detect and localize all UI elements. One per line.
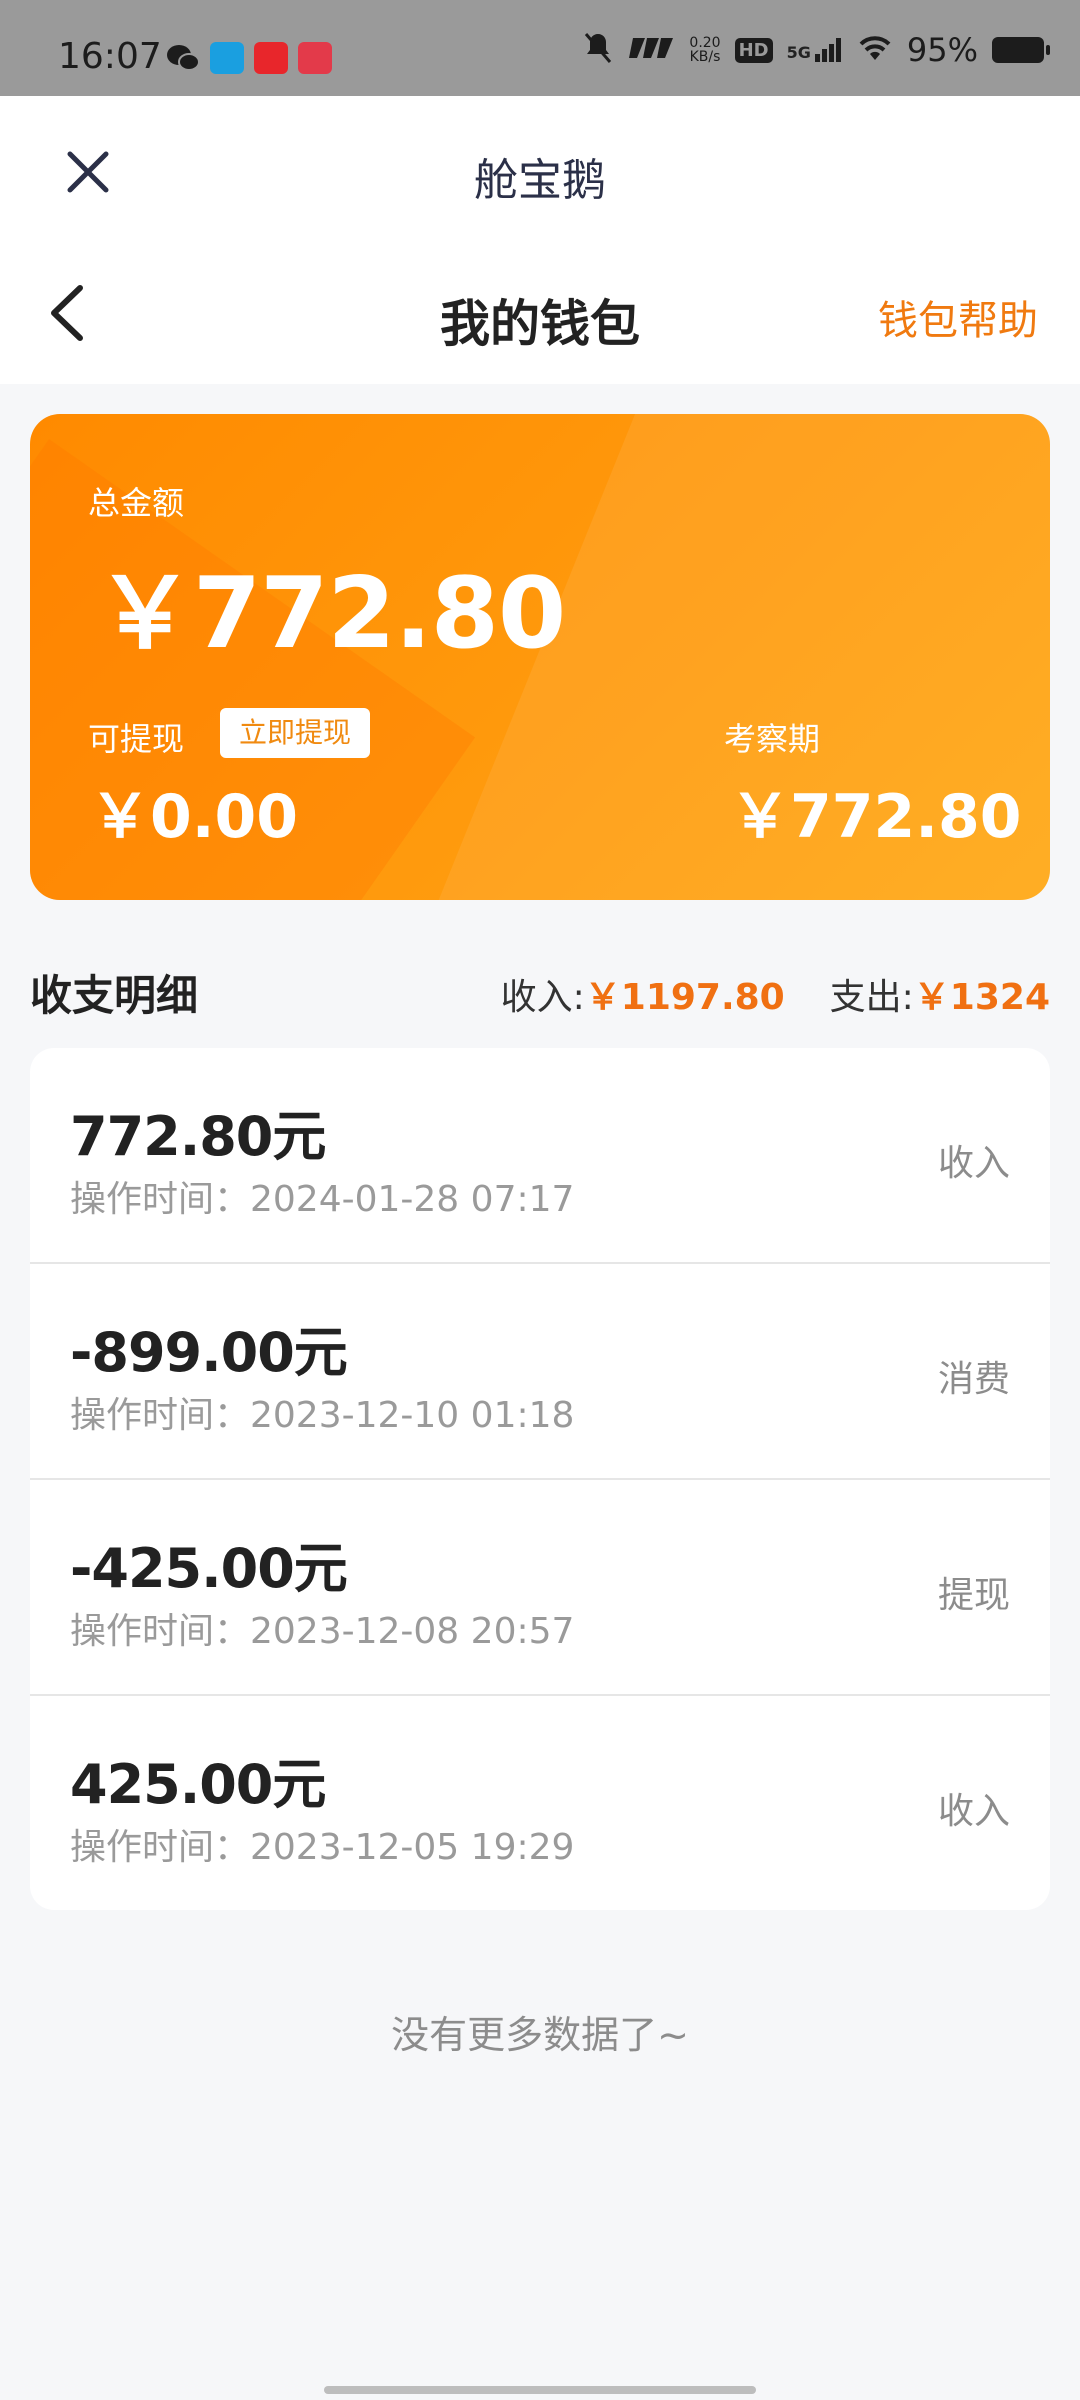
transaction-time: 操作时间：2023-12-08 20:57 [70, 1611, 575, 1652]
transaction-type: 消费 [937, 1359, 1010, 1400]
transaction-row[interactable]: 425.00元 操作时间：2023-12-05 19:29 收入 [30, 1696, 1050, 1910]
hd-badge: HD [734, 37, 773, 63]
status-bar: 16:07 0.20 KB/s HD 5G 95% [0, 0, 1080, 96]
wallet-card: 总金额 ￥772.80 可提现 立即提现 ￥0.00 考察期 ￥772.80 [30, 414, 1050, 900]
battery-icon [992, 37, 1050, 63]
transaction-time: 操作时间：2023-12-05 19:29 [70, 1827, 575, 1868]
transaction-row[interactable]: 772.80元 操作时间：2024-01-28 07:17 收入 [30, 1048, 1050, 1264]
wechat-icon [166, 42, 200, 74]
transaction-list: 772.80元 操作时间：2024-01-28 07:17 收入 -899.00… [30, 1048, 1050, 1910]
income-amount: ￥1197.80 [584, 977, 785, 1018]
total-amount: ￥772.80 [96, 557, 566, 671]
transaction-amount: 425.00元 [70, 1753, 326, 1816]
transaction-row[interactable]: -899.00元 操作时间：2023-12-10 01:18 消费 [30, 1264, 1050, 1480]
total-label: 总金额 [88, 484, 185, 522]
income-expense-summary: 收支明细 收入:￥1197.80 支出:￥1324 [30, 962, 1050, 1022]
expense-amount: ￥1324 [913, 977, 1050, 1018]
transaction-amount: -425.00元 [70, 1537, 348, 1600]
expense-label: 支出: [829, 977, 914, 1018]
music-app-icon [254, 42, 288, 74]
review-period-amount: ￥772.80 [730, 782, 1022, 852]
review-period-label: 考察期 [724, 720, 821, 758]
section-title: 收支明细 [30, 971, 199, 1020]
mini-program-name: 舱宝鹅 [474, 155, 606, 206]
transaction-time: 操作时间：2024-01-28 07:17 [70, 1179, 575, 1220]
transaction-type: 收入 [937, 1143, 1010, 1184]
app-notification-icon [210, 42, 244, 74]
transaction-type: 收入 [937, 1791, 1010, 1832]
header: 舱宝鹅 我的钱包 钱包帮助 [0, 96, 1080, 384]
status-time: 16:07 [58, 36, 162, 77]
transaction-amount: -899.00元 [70, 1321, 348, 1384]
transaction-row[interactable]: -425.00元 操作时间：2023-12-08 20:57 提现 [30, 1480, 1050, 1696]
cellular-signal-icon: 5G [787, 38, 843, 62]
wallet-help-link[interactable]: 钱包帮助 [878, 288, 1038, 346]
carrier-icon [627, 36, 675, 64]
transaction-amount: 772.80元 [70, 1105, 326, 1168]
transaction-type: 提现 [937, 1575, 1010, 1616]
status-indicators: 0.20 KB/s HD 5G 95% [583, 30, 1050, 70]
wifi-icon [857, 34, 893, 66]
home-indicator[interactable] [324, 2386, 756, 2394]
mute-icon [583, 31, 613, 69]
summary-stats: 收入:￥1197.80 支出:￥1324 [501, 968, 1050, 1020]
withdraw-now-button[interactable]: 立即提现 [220, 708, 370, 758]
battery-percent: 95% [906, 31, 978, 69]
transaction-time: 操作时间：2023-12-10 01:18 [70, 1395, 575, 1436]
no-more-data-text: 没有更多数据了~ [391, 2013, 689, 2057]
withdrawable-label: 可提现 [88, 720, 185, 758]
withdrawable-amount: ￥0.00 [90, 782, 299, 852]
income-label: 收入: [500, 977, 585, 1018]
net-speed: 0.20 KB/s [689, 35, 721, 65]
shopping-app-icon [298, 42, 332, 74]
